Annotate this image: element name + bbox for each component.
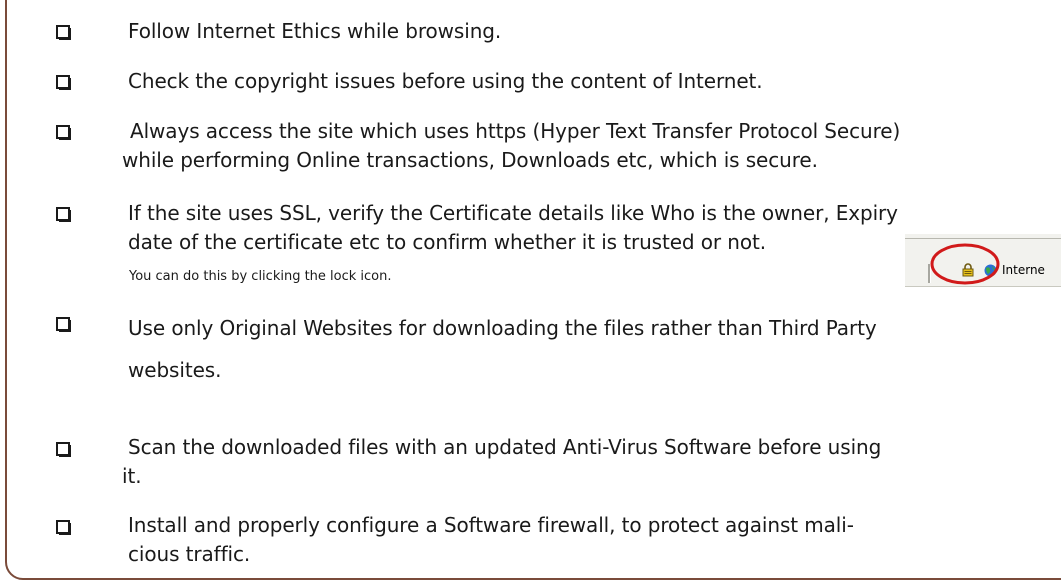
item-text: Always access the site which uses https … <box>122 119 901 172</box>
checkbox-icon <box>56 75 71 90</box>
lock-icon-note: You can do this by clicking the lock ico… <box>129 269 392 284</box>
item-text: Use only Original Websites for downloadi… <box>128 316 877 382</box>
checkbox-icon <box>56 25 71 40</box>
checkbox-icon <box>56 317 71 332</box>
item-text: Install and properly configure a Softwar… <box>128 513 854 566</box>
checkbox-icon <box>56 125 71 140</box>
item-text: Follow Internet Ethics while browsing. <box>128 19 502 43</box>
checkbox-icon <box>56 207 71 222</box>
checkbox-icon <box>56 520 71 535</box>
checkbox-icon <box>56 442 71 457</box>
item-text: Check the copyright issues before using … <box>128 69 763 93</box>
internet-zone-label: Interne <box>1002 263 1045 277</box>
item-text: If the site uses SSL, verify the Certifi… <box>128 201 898 254</box>
item-text: Scan the downloaded files with an update… <box>122 435 882 488</box>
status-bar-border <box>905 238 1061 239</box>
highlight-circle <box>930 243 1000 285</box>
